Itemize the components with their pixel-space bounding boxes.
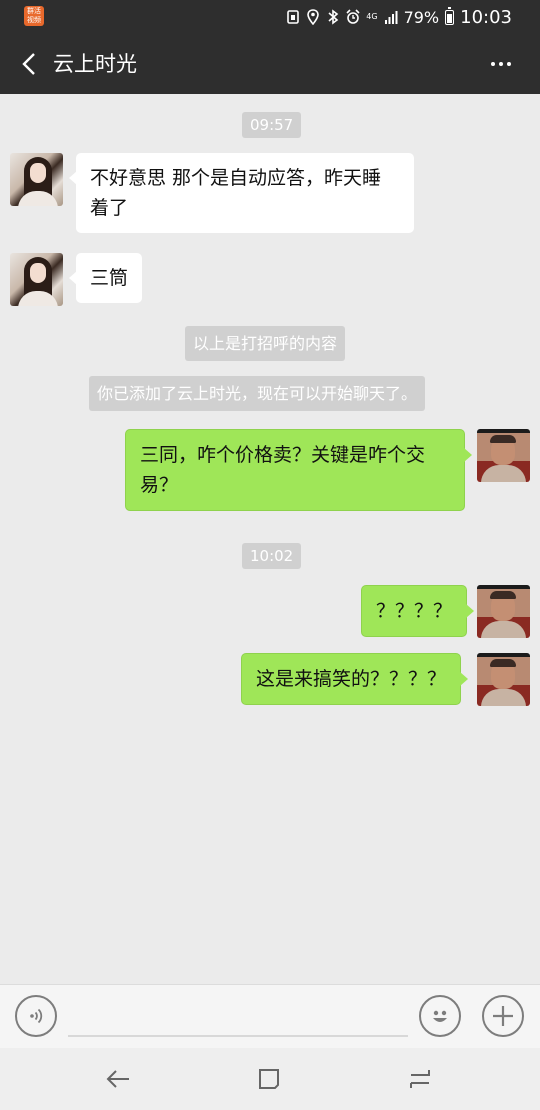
timestamp: 09:57 — [242, 112, 302, 138]
app-notification-icon: 群活 视频 — [24, 6, 44, 26]
system-notice: 以上是打招呼的内容 — [185, 326, 346, 361]
received-message[interactable]: 不好意思 那个是自动应答，昨天睡着了 — [69, 153, 414, 233]
page-title: 云上时光 — [53, 52, 137, 76]
message-input-bar — [0, 984, 540, 1048]
battery-icon — [445, 6, 455, 25]
bluetooth-icon — [326, 9, 340, 25]
sim-icon — [286, 9, 300, 25]
dot-icon — [491, 62, 495, 66]
system-navigation-bar — [0, 1048, 540, 1110]
dot-icon — [499, 62, 503, 66]
network-4g-label: 4G — [366, 12, 378, 21]
emoji-button[interactable] — [419, 995, 461, 1037]
system-notice: 你已添加了云上时光，现在可以开始聊天了。 — [89, 376, 426, 411]
clock-time: 10:03 — [460, 6, 512, 28]
sent-message[interactable]: 三同，咋个价格卖？关键是咋个交易？ — [125, 429, 472, 511]
my-avatar[interactable] — [477, 429, 530, 482]
contact-avatar[interactable] — [10, 153, 63, 206]
my-avatar[interactable] — [477, 653, 530, 706]
signal-icon — [384, 9, 398, 25]
voice-icon — [30, 1008, 43, 1024]
chevron-left-icon — [22, 53, 35, 75]
battery-percent: 79% — [403, 7, 440, 27]
chat-message-list[interactable]: 09:57 不好意思 那个是自动应答，昨天睡着了 三筒 以上是打招呼的内容 你已… — [0, 94, 540, 984]
home-square-icon — [259, 1069, 279, 1089]
nav-recents-button[interactable] — [404, 1064, 436, 1094]
emoji-icon — [433, 1010, 447, 1022]
received-message[interactable]: 三筒 — [68, 253, 143, 303]
sent-message[interactable]: ？？？？ — [361, 585, 475, 637]
contact-avatar[interactable] — [10, 253, 63, 306]
more-options-button[interactable] — [486, 52, 516, 76]
plus-icon — [493, 1006, 513, 1026]
more-functions-button[interactable] — [482, 995, 524, 1037]
arrow-left-icon — [106, 1070, 129, 1088]
chat-header: 云上时光 — [0, 34, 540, 94]
dot-icon — [507, 62, 511, 66]
alarm-icon — [346, 9, 360, 25]
voice-input-button[interactable] — [15, 995, 57, 1037]
location-icon — [306, 9, 320, 26]
back-button[interactable] — [14, 48, 44, 80]
status-bar: 群活 视频 4G 79% 10:03 — [0, 0, 540, 34]
message-text-input[interactable] — [68, 1035, 408, 1037]
recents-icon — [410, 1070, 430, 1088]
sent-message[interactable]: 这是来搞笑的？？？？ — [241, 653, 469, 705]
my-avatar[interactable] — [477, 585, 530, 638]
timestamp: 10:02 — [242, 543, 302, 569]
nav-back-button[interactable] — [102, 1064, 134, 1094]
nav-home-button[interactable] — [253, 1064, 285, 1094]
